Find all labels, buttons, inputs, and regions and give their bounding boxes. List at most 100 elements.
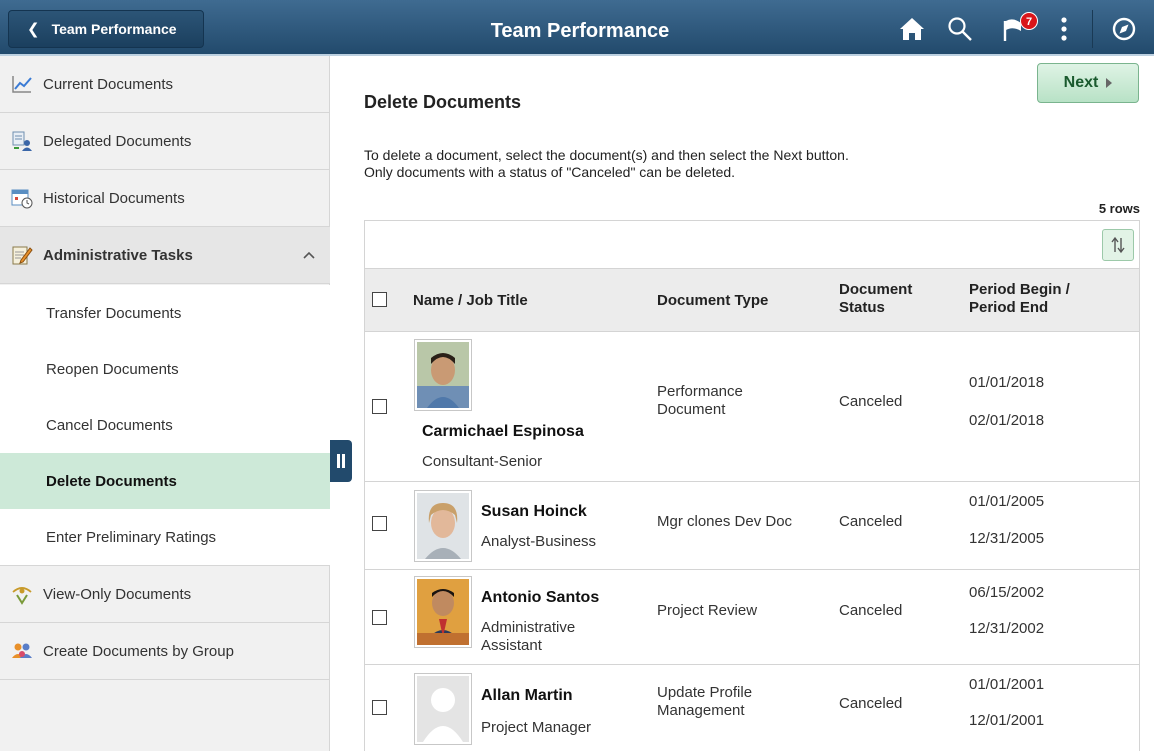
search-icon[interactable] <box>944 14 976 44</box>
column-header-document-type[interactable]: Document Type <box>657 292 768 310</box>
document-type-line: Document <box>657 401 726 418</box>
row-checkbox[interactable] <box>372 610 387 625</box>
column-header-line: Period End <box>969 299 1049 316</box>
table-row[interactable]: Allan Martin Project Manager Update Prof… <box>365 665 1139 751</box>
instruction-line: Only documents with a status of "Cancele… <box>364 164 736 180</box>
period-end: 02/01/2018 <box>969 412 1045 429</box>
row-checkbox[interactable] <box>372 700 387 715</box>
select-all-checkbox[interactable] <box>372 292 387 307</box>
home-icon[interactable] <box>896 14 928 44</box>
document-type: Mgr clones Dev Doc <box>657 513 792 531</box>
sidebar-item-label: View-Only Documents <box>43 585 192 603</box>
employee-photo <box>414 339 472 411</box>
document-status: Canceled <box>839 393 903 410</box>
instruction-line: To delete a document, select the documen… <box>364 147 849 163</box>
notification-count-badge: 7 <box>1020 12 1038 30</box>
rows-count: 5 rows <box>1098 201 1140 216</box>
table-row[interactable]: Susan Hoinck Analyst-Business Mgr clones… <box>365 482 1139 570</box>
chevron-up-icon[interactable] <box>302 247 316 264</box>
sidebar-sub-transfer-documents[interactable]: Transfer Documents <box>0 285 330 342</box>
period-end: 12/31/2005 <box>969 530 1045 547</box>
instructions-text: To delete a document, select the documen… <box>364 147 849 181</box>
sidebar-item-label: Create Documents by Group <box>43 642 234 660</box>
job-title-line: Administrative <box>481 619 576 636</box>
sidebar-item-label: Delegated Documents <box>43 132 192 150</box>
employee-name[interactable]: Carmichael Espinosa <box>422 423 584 441</box>
next-button[interactable]: Next <box>1037 63 1139 103</box>
sidebar-item-delegated-documents[interactable]: Delegated Documents <box>0 113 330 170</box>
chart-line-icon <box>11 73 33 95</box>
employee-job-title: Analyst-Business <box>481 533 597 550</box>
chevron-left-icon: ❮ <box>27 21 40 38</box>
sort-button[interactable] <box>1102 229 1134 261</box>
document-type-line: Performance <box>657 383 743 400</box>
pause-bars-icon <box>337 454 345 468</box>
document-type: Project Review <box>657 602 757 620</box>
next-button-label: Next <box>1063 74 1099 91</box>
sidebar-item-create-documents-by-group[interactable]: Create Documents by Group <box>0 623 330 680</box>
sidebar-item-view-only-documents[interactable]: View-Only Documents <box>0 566 330 623</box>
page-header-title: Team Performance <box>490 20 670 42</box>
period-begin: 06/15/2002 <box>969 584 1045 601</box>
employee-name[interactable]: Susan Hoinck <box>481 503 587 521</box>
job-title-line: Assistant <box>481 637 542 654</box>
grid-toolbar <box>365 221 1139 269</box>
sidebar-item-label: Current Documents <box>43 75 174 93</box>
back-button-label: Team Performance <box>51 21 177 37</box>
sidebar-item-current-documents[interactable]: Current Documents <box>0 56 330 113</box>
employee-name[interactable]: Antonio Santos <box>481 589 599 607</box>
employee-job-title: Administrative Assistant <box>481 619 575 655</box>
sidebar: Current Documents Delegated Documents Hi… <box>0 56 330 751</box>
period-begin: 01/01/2005 <box>969 493 1045 510</box>
document-type-line: Update Profile <box>657 684 753 701</box>
collapse-sidebar-handle[interactable] <box>330 440 352 482</box>
sidebar-item-label: Administrative Tasks <box>43 246 193 264</box>
notepad-pencil-icon <box>11 244 33 266</box>
period-begin: 01/01/2018 <box>969 374 1045 391</box>
employee-job-title: Project Manager <box>481 719 592 736</box>
period-end: 12/31/2002 <box>969 620 1045 637</box>
calendar-clock-icon <box>11 187 33 209</box>
delegate-icon <box>11 130 33 152</box>
sidebar-item-historical-documents[interactable]: Historical Documents <box>0 170 330 227</box>
column-header-period[interactable]: Period Begin / Period End <box>969 281 1070 317</box>
employee-photo-placeholder <box>414 673 472 745</box>
document-type-line: Management <box>657 702 745 719</box>
sidebar-sub-enter-preliminary-ratings[interactable]: Enter Preliminary Ratings <box>0 509 330 566</box>
employee-photo <box>414 576 472 648</box>
period-begin: 01/01/2001 <box>969 676 1045 693</box>
employee-name[interactable]: Allan Martin <box>481 687 573 705</box>
sidebar-sub-delete-documents[interactable]: Delete Documents <box>0 453 330 510</box>
sidebar-sub-reopen-documents[interactable]: Reopen Documents <box>0 341 330 398</box>
page-title: Delete Documents <box>364 92 522 112</box>
document-type-line: Mgr clones Dev Doc <box>657 513 793 530</box>
document-status: Canceled <box>839 513 903 530</box>
row-checkbox[interactable] <box>372 399 387 414</box>
sort-arrows-icon <box>1111 236 1125 254</box>
document-status: Canceled <box>839 695 903 712</box>
column-header-line: Status <box>839 299 885 316</box>
document-type-line: Project Review <box>657 602 758 619</box>
group-people-icon <box>11 640 33 662</box>
sidebar-sub-cancel-documents[interactable]: Cancel Documents <box>0 397 330 454</box>
column-header-line: Document <box>839 281 913 298</box>
row-checkbox[interactable] <box>372 516 387 531</box>
navbar-compass-icon[interactable] <box>1108 14 1140 44</box>
app-header: ❮ Team Performance Team Performance 7 <box>0 0 1154 56</box>
grid-header: Name / Job Title Document Type Document … <box>365 269 1139 332</box>
caret-right-icon <box>1106 78 1113 88</box>
column-header-document-status[interactable]: Document Status <box>839 281 912 317</box>
table-row[interactable]: Antonio Santos Administrative Assistant … <box>365 570 1139 665</box>
period-end: 12/01/2001 <box>969 712 1045 729</box>
back-button[interactable]: ❮ Team Performance <box>8 10 204 48</box>
document-type: Update Profile Management <box>657 684 752 720</box>
sidebar-item-administrative-tasks[interactable]: Administrative Tasks <box>0 227 330 284</box>
document-status: Canceled <box>839 602 903 619</box>
column-header-line: Period Begin / <box>969 281 1070 298</box>
eye-hand-icon <box>11 583 33 605</box>
document-type: Performance Document <box>657 383 743 419</box>
table-row[interactable]: Carmichael Espinosa Consultant-Senior Pe… <box>365 332 1139 482</box>
documents-grid: Name / Job Title Document Type Document … <box>364 220 1140 751</box>
column-header-name[interactable]: Name / Job Title <box>413 292 528 310</box>
actions-menu-icon[interactable] <box>1048 14 1080 44</box>
